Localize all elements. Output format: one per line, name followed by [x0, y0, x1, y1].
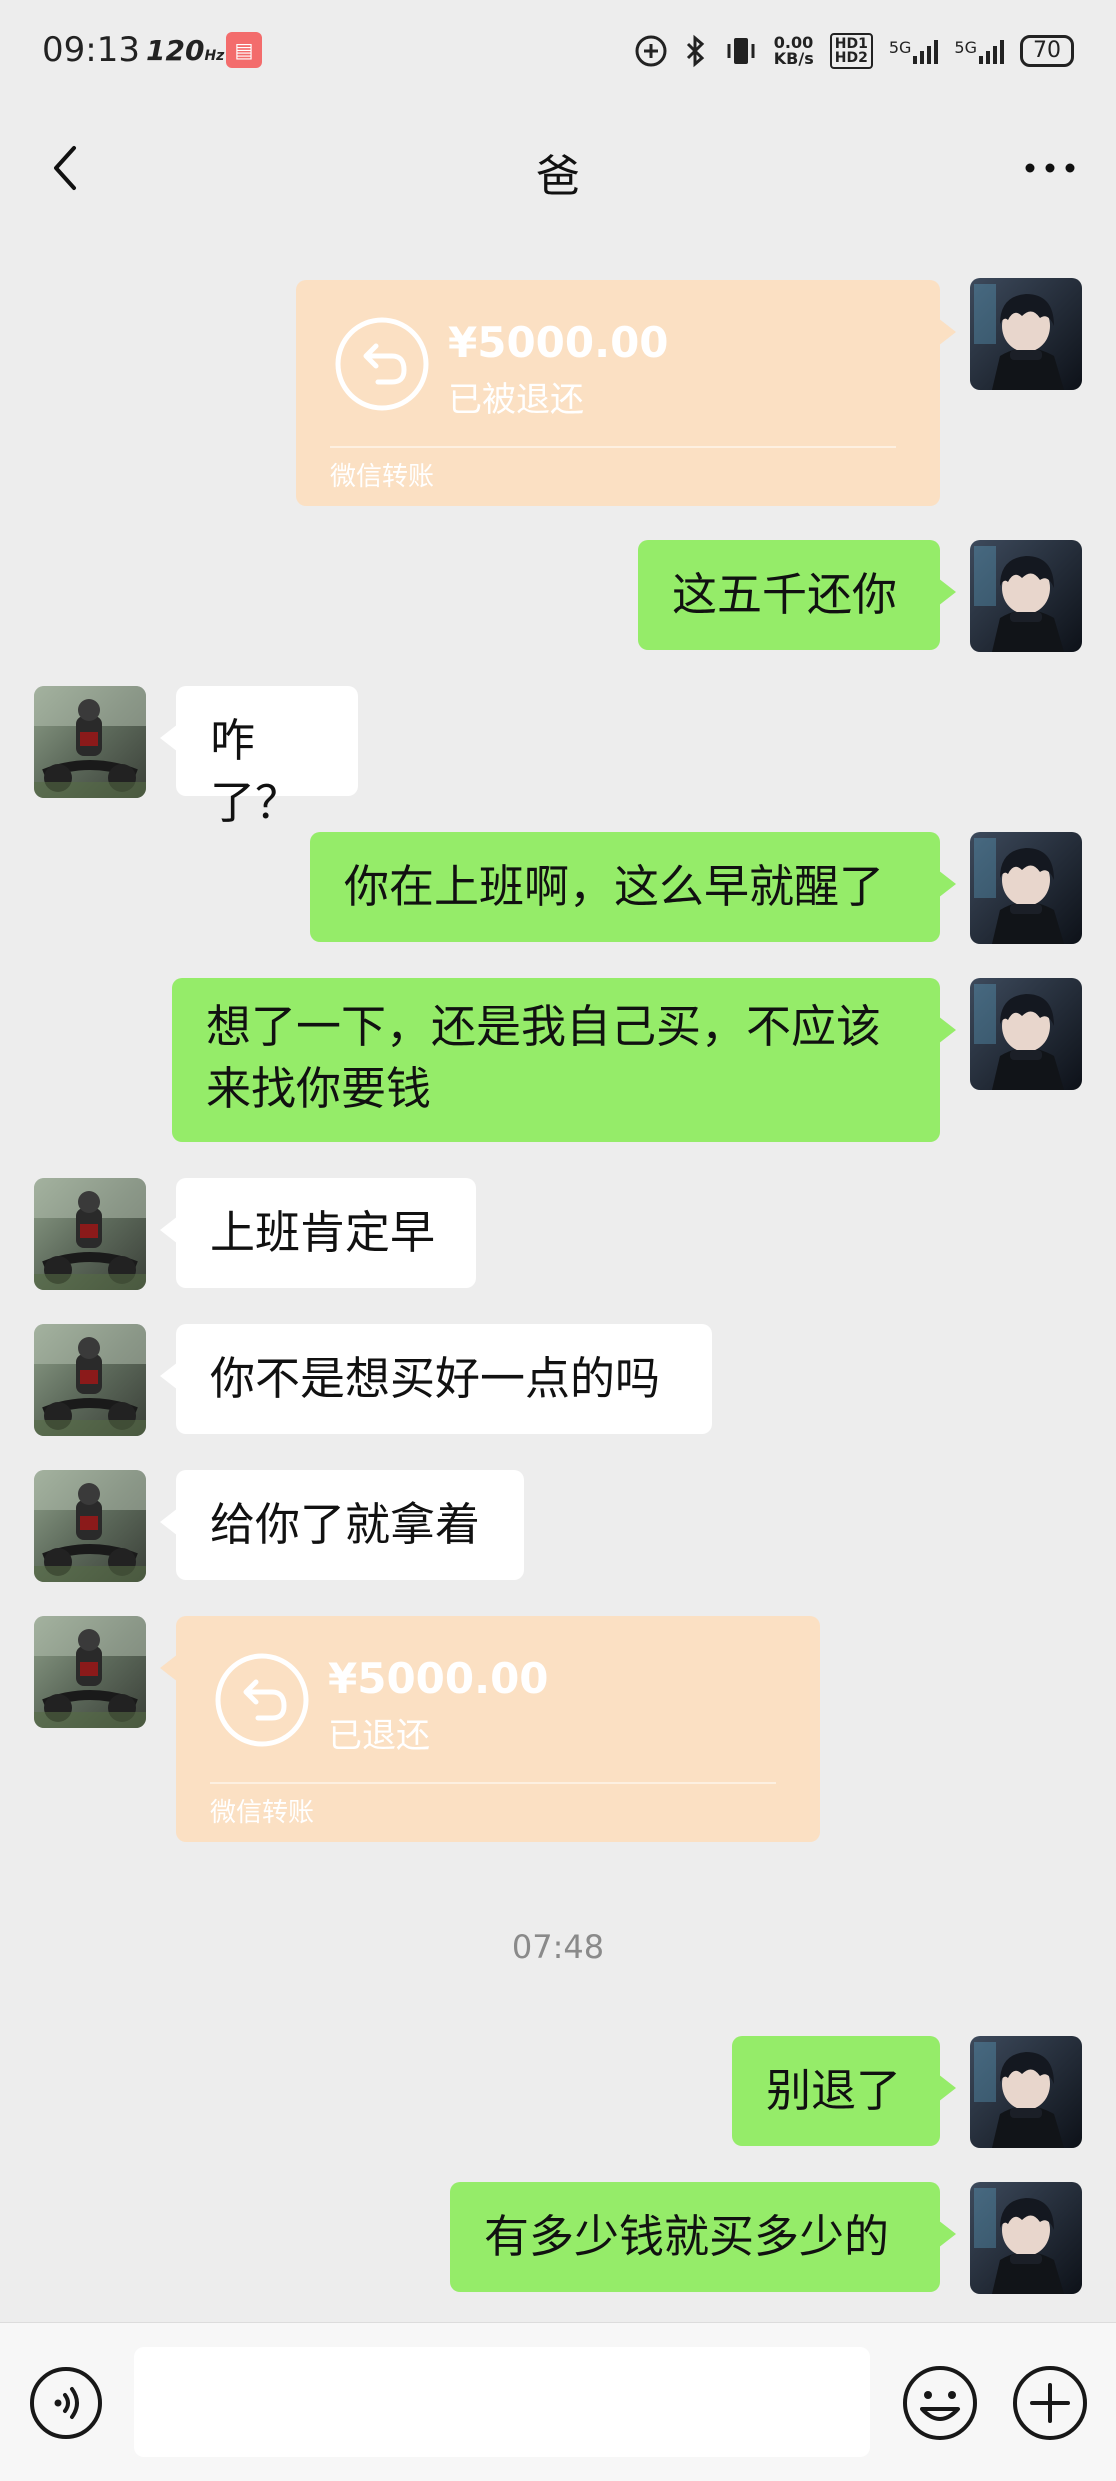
- signal-sim1: 5G: [889, 38, 939, 64]
- chat-timestamp: 07:48: [511, 1928, 605, 1966]
- transfer-divider: [330, 446, 896, 448]
- chat-header: 爸: [0, 100, 1116, 236]
- message-bubble-received[interactable]: 上班肯定早: [160, 1178, 476, 1288]
- avatar-self[interactable]: [970, 278, 1082, 390]
- emoji-icon[interactable]: [900, 2363, 980, 2443]
- message-bubble-sent[interactable]: 你在上班啊，这么早就醒了: [310, 832, 956, 942]
- message-input-bar: [0, 2322, 1116, 2481]
- refund-icon: [334, 316, 430, 412]
- battery-indicator: 70: [1020, 35, 1074, 67]
- transfer-status: 已被退还: [448, 380, 584, 420]
- message-bubble-received[interactable]: 你不是想买好一点的吗: [160, 1324, 712, 1434]
- avatar-contact[interactable]: [34, 1616, 146, 1728]
- refresh-rate: 120Hz: [146, 34, 225, 67]
- message-line: 想了一下，还是我自己买，不应该: [206, 1000, 882, 1053]
- message-bubble-sent[interactable]: 别退了: [732, 2036, 956, 2146]
- transfer-divider: [210, 1782, 776, 1784]
- chat-title: 爸: [536, 151, 580, 202]
- avatar-contact[interactable]: [34, 686, 146, 798]
- signal-bars-icon: [913, 38, 939, 64]
- transfer-label: 微信转账: [210, 1798, 315, 1828]
- transfer-card-sent[interactable]: ¥5000.00 已被退还 微信转账: [296, 280, 956, 506]
- avatar-contact[interactable]: [34, 1470, 146, 1582]
- avatar-self[interactable]: [970, 832, 1082, 944]
- transfer-card-received[interactable]: ¥5000.00 已退还 微信转账: [160, 1616, 820, 1842]
- plus-icon[interactable]: [1010, 2363, 1090, 2443]
- avatar-self[interactable]: [970, 978, 1082, 1090]
- transfer-label: 微信转账: [330, 462, 435, 492]
- status-time: 09:13: [42, 30, 140, 70]
- message-bubble-sent[interactable]: 这五千还你: [638, 540, 956, 650]
- bluetooth-icon: [686, 34, 704, 68]
- message-input[interactable]: [134, 2347, 870, 2457]
- refund-icon: [214, 1652, 310, 1748]
- status-bar: 09:13 120Hz ▤ 0.00 KB/s HD1 HD2 5G 5G 70: [0, 0, 1116, 100]
- vibrate-icon: [727, 38, 755, 64]
- hd-icon: HD1 HD2: [829, 33, 873, 69]
- message-bubble-received[interactable]: 咋了？: [160, 686, 358, 829]
- avatar-self[interactable]: [970, 540, 1082, 652]
- data-saver-icon: [635, 35, 667, 67]
- avatar-contact[interactable]: [34, 1178, 146, 1290]
- message-bubble-sent[interactable]: 有多少钱就买多少的: [450, 2182, 956, 2292]
- transfer-amount: ¥5000.00: [448, 318, 669, 367]
- voice-input-icon[interactable]: [28, 2365, 104, 2441]
- avatar-contact[interactable]: [34, 1324, 146, 1436]
- avatar-self[interactable]: [970, 2182, 1082, 2294]
- network-speed: 0.00 KB/s: [773, 33, 814, 68]
- transfer-amount: ¥5000.00: [328, 1654, 549, 1703]
- calendar-notification-icon: ▤: [226, 32, 262, 68]
- more-options-icon[interactable]: [1020, 140, 1080, 196]
- transfer-status: 已退还: [328, 1716, 430, 1756]
- signal-bars-icon: [979, 38, 1004, 64]
- message-bubble-received[interactable]: 给你了就拿着: [160, 1470, 524, 1580]
- signal-sim2: 5G: [954, 38, 1004, 64]
- status-icons: 0.00 KB/s HD1 HD2 5G 5G 70: [634, 28, 1074, 74]
- message-bubble-sent[interactable]: 想了一下，还是我自己买，不应该 来找你要钱: [172, 978, 956, 1142]
- avatar-self[interactable]: [970, 2036, 1082, 2148]
- message-line: 来找你要钱: [206, 1062, 432, 1115]
